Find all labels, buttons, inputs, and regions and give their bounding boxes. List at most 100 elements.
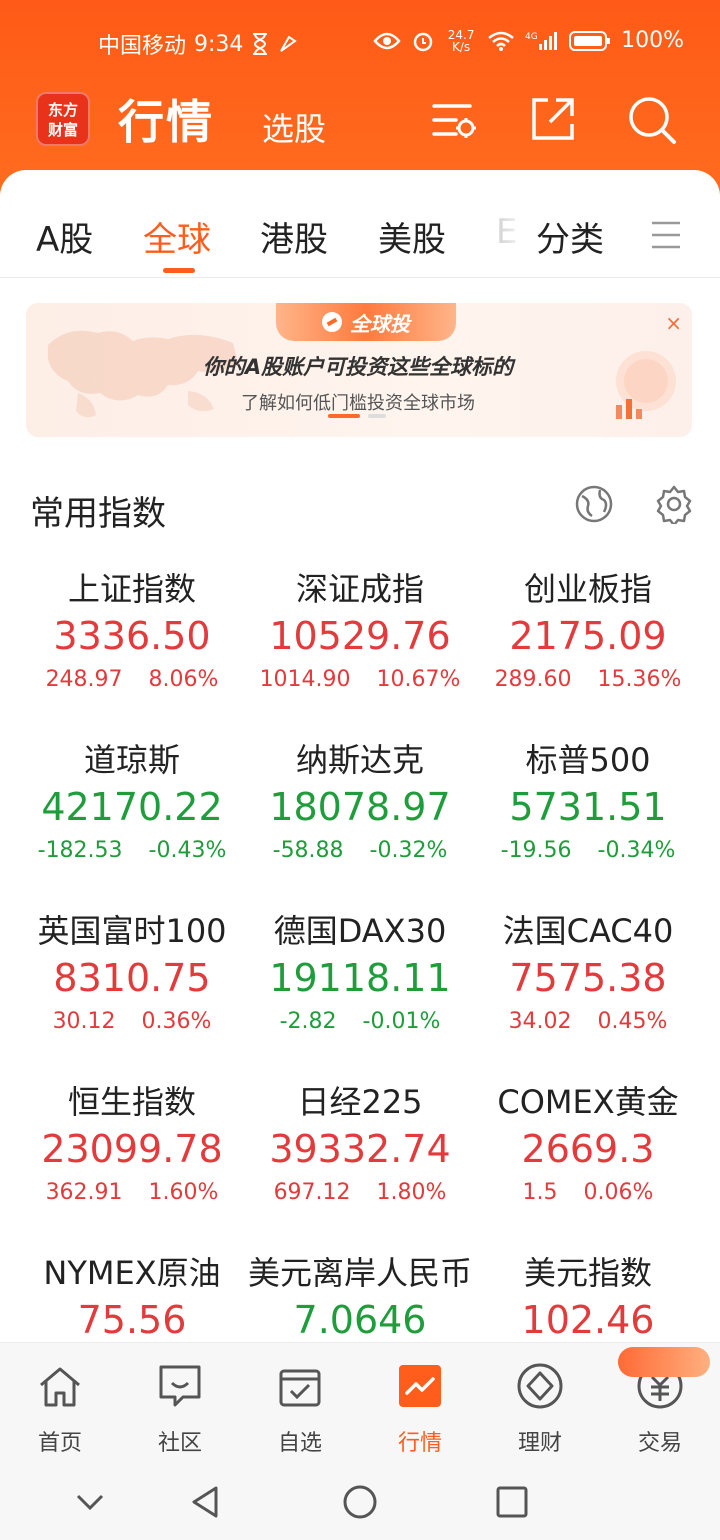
- globe-chart-illustration-icon: [616, 351, 676, 419]
- promo-banner[interactable]: 全球投 你的A股账户可投资这些全球标的 了解如何低门槛投资全球市场 ×: [26, 303, 692, 437]
- index-card[interactable]: 德国DAX30 19118.11 -2.82 -0.01%: [240, 908, 480, 1042]
- index-card[interactable]: 道琼斯 42170.22 -182.53 -0.43%: [12, 737, 252, 871]
- chat-icon: [159, 1365, 201, 1407]
- nav-community[interactable]: 社区: [120, 1361, 240, 1457]
- back-icon[interactable]: [186, 1482, 226, 1522]
- tab-global[interactable]: 全球: [143, 212, 211, 261]
- index-change-pct: 0.45%: [597, 1009, 668, 1034]
- page-title[interactable]: 行情: [118, 86, 214, 152]
- brand-logo-line1: 东方: [47, 101, 78, 119]
- index-card[interactable]: 上证指数 3336.50 248.97 8.06%: [12, 566, 252, 700]
- index-change-pct: 1.60%: [148, 1180, 219, 1205]
- index-price: 39332.74: [269, 1127, 451, 1171]
- settings-icon[interactable]: [654, 484, 694, 527]
- index-name: 纳斯达克: [295, 741, 424, 779]
- nav-trade-label: 交易: [637, 1431, 682, 1456]
- signal-icon: 4G: [525, 30, 559, 52]
- index-price: 18078.97: [269, 785, 451, 829]
- stock-picker-tab[interactable]: 选股: [262, 104, 326, 150]
- index-change: -182.53: [37, 838, 123, 863]
- bottom-nav: 首页 社区 自选 行情 理财 交易: [0, 1342, 720, 1464]
- section-title: 常用指数: [30, 494, 166, 534]
- index-card[interactable]: COMEX黄金 2669.3 1.5 0.06%: [468, 1079, 708, 1213]
- index-name: 上证指数: [67, 570, 196, 608]
- index-change-row: -19.56 -0.34%: [468, 831, 708, 871]
- status-bar: 中国移动 9:34 24.7 K/s 4G 100%: [0, 22, 720, 62]
- index-card[interactable]: 深证成指 10529.76 1014.90 10.67%: [240, 566, 480, 700]
- active-tab-indicator: [163, 268, 195, 273]
- index-price: 2175.09: [509, 614, 667, 658]
- index-change: 289.60: [494, 667, 572, 692]
- index-change-row: -2.82 -0.01%: [240, 1002, 480, 1042]
- index-name: 日经225: [297, 1083, 423, 1121]
- index-card[interactable]: 纳斯达克 18078.97 -58.88 -0.32%: [240, 737, 480, 871]
- nav-watchlist[interactable]: 自选: [240, 1361, 360, 1457]
- index-name: 英国富时100: [37, 912, 227, 950]
- alarm-icon: [411, 29, 435, 53]
- index-change-pct: 10.67%: [376, 667, 461, 692]
- globe-icon[interactable]: [574, 484, 614, 524]
- global-invest-logo-icon: [322, 312, 342, 332]
- nav-market-label: 行情: [397, 1431, 442, 1456]
- index-price: 7.0646: [293, 1298, 427, 1342]
- index-change-pct: 0.36%: [141, 1009, 212, 1034]
- tab-hk-stocks[interactable]: 港股: [260, 212, 328, 261]
- net-speed-unit: K/s: [452, 39, 471, 54]
- index-price: 2669.3: [521, 1127, 655, 1171]
- nav-wealth[interactable]: 理财: [480, 1361, 600, 1457]
- tab-a-shares[interactable]: A股: [36, 212, 93, 261]
- index-change: 1.5: [522, 1180, 558, 1205]
- index-card[interactable]: 英国富时100 8310.75 30.12 0.36%: [12, 908, 252, 1042]
- filter-settings-icon[interactable]: [428, 94, 480, 146]
- home-icon: [40, 1367, 80, 1407]
- index-card[interactable]: 标普500 5731.51 -19.56 -0.34%: [468, 737, 708, 871]
- tab-menu-icon[interactable]: [650, 220, 682, 250]
- collapse-icon[interactable]: [70, 1482, 110, 1522]
- index-price: 23099.78: [41, 1127, 223, 1171]
- index-change: -2.82: [279, 1009, 337, 1034]
- index-change: 34.02: [508, 1009, 572, 1034]
- index-change-row: 697.12 1.80%: [240, 1173, 480, 1213]
- search-icon[interactable]: [626, 94, 678, 146]
- index-change-row: -58.88 -0.32%: [240, 831, 480, 871]
- index-change-row: 1.5 0.06%: [468, 1173, 708, 1213]
- hourglass-icon: [251, 33, 269, 55]
- svg-text:4G: 4G: [525, 32, 538, 42]
- app-toolbar: 东方 财富 行情 选股: [0, 88, 720, 158]
- nav-market[interactable]: 行情: [360, 1361, 480, 1457]
- index-change: 248.97: [45, 667, 123, 692]
- index-price: 5731.51: [509, 785, 667, 829]
- index-change: 697.12: [273, 1180, 351, 1205]
- index-change: -19.56: [500, 838, 572, 863]
- index-card[interactable]: 创业板指 2175.09 289.60 15.36%: [468, 566, 708, 700]
- eye-icon: [373, 31, 401, 51]
- index-change-row: 30.12 0.36%: [12, 1002, 252, 1042]
- banner-close-icon[interactable]: ×: [665, 311, 682, 335]
- tab-us-stocks[interactable]: 美股: [378, 212, 446, 261]
- nav-home-label: 首页: [37, 1431, 82, 1456]
- index-name: 德国DAX30: [273, 912, 447, 950]
- tab-category[interactable]: 分类: [536, 212, 604, 261]
- home-button-icon[interactable]: [340, 1482, 380, 1522]
- content-panel: A股 全球 港股 美股 E 分类 全球投 你的A股账户可投资这些全球标的 了解如…: [0, 170, 720, 1360]
- net-speed: 24.7 K/s: [445, 29, 477, 53]
- index-card[interactable]: 恒生指数 23099.78 362.91 1.60%: [12, 1079, 252, 1213]
- index-name: NYMEX原油: [43, 1254, 221, 1292]
- index-name: 恒生指数: [67, 1083, 196, 1121]
- index-card[interactable]: 法国CAC40 7575.38 34.02 0.45%: [468, 908, 708, 1042]
- brand-logo[interactable]: 东方 财富: [36, 92, 90, 146]
- wifi-icon: [487, 30, 515, 52]
- recents-icon[interactable]: [492, 1482, 532, 1522]
- promo-badge[interactable]: [618, 1347, 710, 1377]
- index-card[interactable]: 日经225 39332.74 697.12 1.80%: [240, 1079, 480, 1213]
- clock: 9:34: [194, 31, 244, 57]
- index-name: COMEX黄金: [497, 1083, 679, 1121]
- market-chart-icon: [399, 1365, 441, 1407]
- watchlist-icon: [279, 1369, 321, 1407]
- index-name: 美元离岸人民币: [247, 1254, 472, 1292]
- index-change-pct: -0.01%: [362, 1009, 441, 1034]
- share-icon[interactable]: [526, 94, 578, 146]
- nav-home[interactable]: 首页: [0, 1361, 120, 1457]
- index-price: 10529.76: [269, 614, 451, 658]
- index-change: -58.88: [272, 838, 344, 863]
